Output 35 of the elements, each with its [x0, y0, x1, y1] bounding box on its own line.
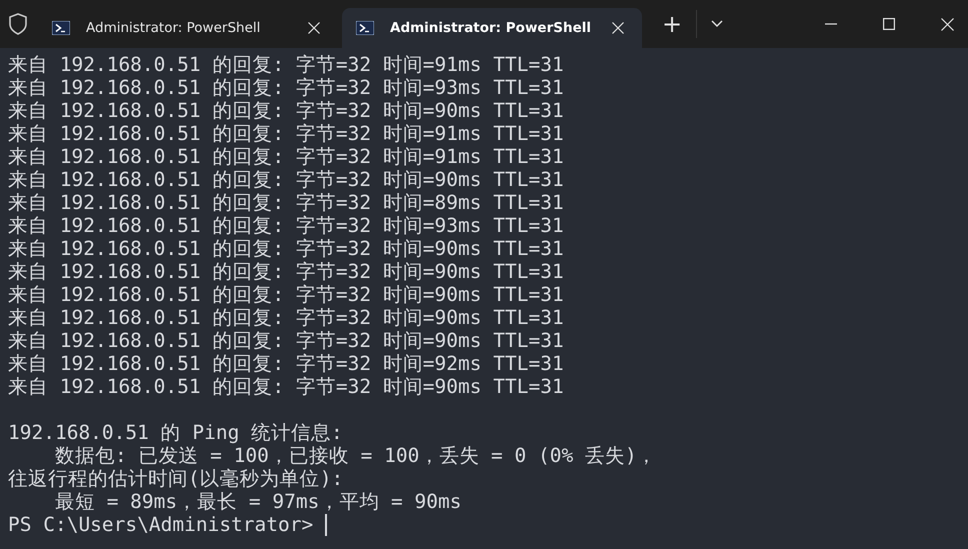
terminal-tab[interactable]: Administrator: PowerShell	[38, 8, 338, 48]
tab-title: Administrator: PowerShell	[86, 20, 262, 36]
terminal-line: 往返行程的估计时间(以毫秒为单位):	[8, 467, 344, 490]
terminal-tab[interactable]: Administrator: PowerShell	[342, 8, 642, 48]
terminal-line: 来自 192.168.0.51 的回复: 字节=32 时间=90ms TTL=31	[8, 237, 564, 260]
terminal-line: 来自 192.168.0.51 的回复: 字节=32 时间=93ms TTL=31	[8, 214, 564, 237]
terminal-line: 来自 192.168.0.51 的回复: 字节=32 时间=89ms TTL=31	[8, 191, 564, 214]
maximize-icon[interactable]	[883, 18, 895, 30]
terminal-line: 来自 192.168.0.51 的回复: 字节=32 时间=91ms TTL=31	[8, 53, 564, 76]
terminal-line: 来自 192.168.0.51 的回复: 字节=32 时间=90ms TTL=31	[8, 306, 564, 329]
caret-icon[interactable]	[711, 20, 724, 28]
new-tab-button[interactable]: +	[648, 12, 696, 36]
close-icon[interactable]	[308, 22, 320, 34]
close-icon[interactable]	[941, 18, 954, 30]
terminal-line: 来自 192.168.0.51 的回复: 字节=32 时间=92ms TTL=31	[8, 352, 564, 375]
terminal-line: 192.168.0.51 的 Ping 统计信息:	[8, 421, 343, 444]
terminal-line: 数据包: 已发送 = 100，已接收 = 100，丢失 = 0 (0% 丢失)，	[54, 444, 657, 467]
terminal-line: 来自 192.168.0.51 的回复: 字节=32 时间=90ms TTL=31	[8, 260, 564, 283]
tab-title: Administrator: PowerShell	[390, 20, 592, 36]
powershell-icon	[356, 21, 374, 35]
prompt-text: PS C:\Users\Administrator>	[8, 513, 314, 536]
minimize-icon[interactable]	[825, 23, 837, 25]
close-icon[interactable]	[612, 22, 624, 34]
terminal-line: 来自 192.168.0.51 的回复: 字节=32 时间=90ms TTL=31	[8, 375, 564, 398]
terminal-line: 来自 192.168.0.51 的回复: 字节=32 时间=90ms TTL=31	[8, 99, 564, 122]
text-cursor	[324, 514, 327, 536]
terminal-line: 来自 192.168.0.51 的回复: 字节=32 时间=90ms TTL=31	[8, 329, 564, 352]
terminal-line: 来自 192.168.0.51 的回复: 字节=32 时间=93ms TTL=31	[8, 76, 564, 99]
terminal-line: 来自 192.168.0.51 的回复: 字节=32 时间=91ms TTL=31	[8, 122, 564, 145]
shield-icon	[8, 13, 28, 35]
terminal-line: 来自 192.168.0.51 的回复: 字节=32 时间=90ms TTL=31	[8, 168, 564, 191]
terminal-line: 来自 192.168.0.51 的回复: 字节=32 时间=91ms TTL=31	[8, 145, 564, 168]
powershell-icon	[52, 21, 70, 35]
terminal-line: 来自 192.168.0.51 的回复: 字节=32 时间=90ms TTL=31	[8, 283, 564, 306]
terminal-line: 最短 = 89ms，最长 = 97ms，平均 = 90ms	[54, 490, 462, 513]
